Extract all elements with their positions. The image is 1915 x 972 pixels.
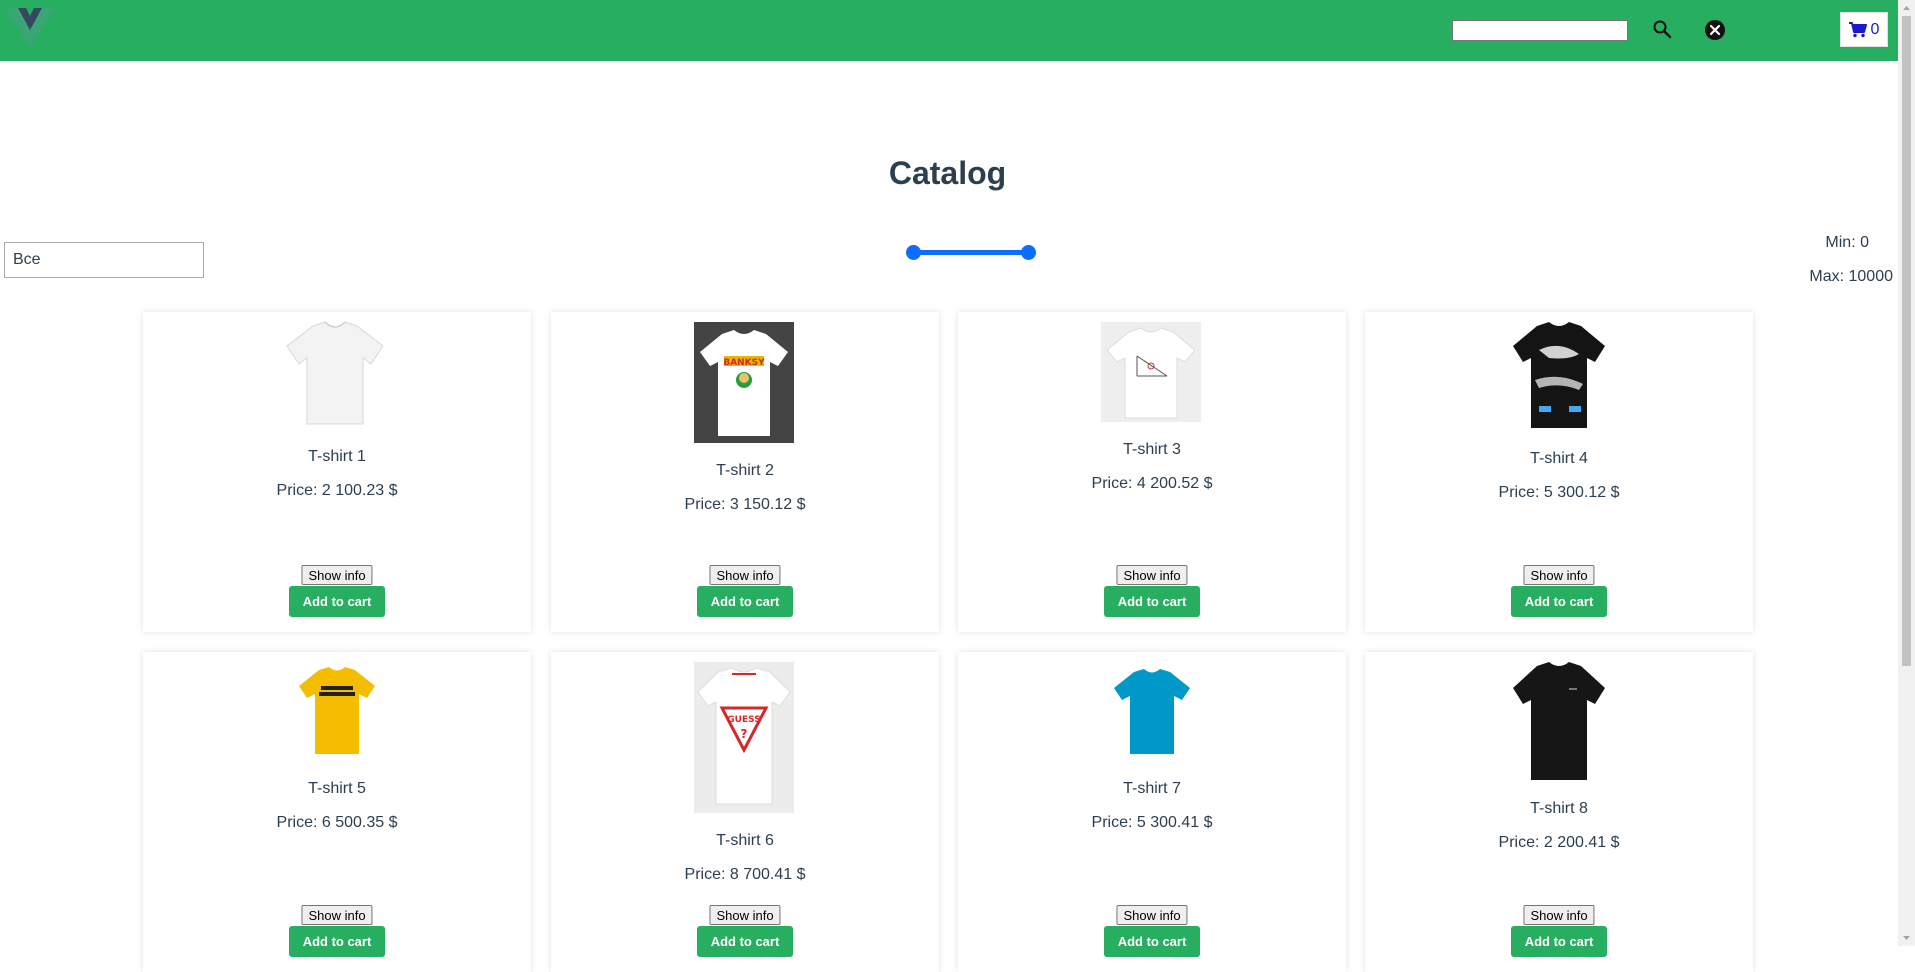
tshirt-image[interactable]: BANKSY	[694, 322, 794, 443]
category-select[interactable]: Все	[4, 242, 204, 278]
price-range-min-handle[interactable]	[906, 245, 921, 260]
product-name: T-shirt 5	[308, 780, 366, 797]
svg-text:?: ?	[741, 727, 748, 741]
tshirt-image[interactable]	[297, 666, 377, 756]
show-info-button[interactable]: Show info	[301, 565, 373, 585]
show-info-button[interactable]: Show info	[1116, 565, 1188, 585]
close-circle-icon	[1705, 20, 1725, 40]
product-price: Price: 5 300.41 $	[1091, 814, 1213, 831]
cart-count: 0	[1870, 20, 1880, 38]
price-range-track	[914, 250, 1028, 255]
add-to-cart-button[interactable]: Add to cart	[289, 586, 385, 617]
product-card: T-shirt 1 Price: 2 100.23 $ Show info Ad…	[143, 312, 531, 632]
category-selected-value: Все	[13, 251, 41, 268]
svg-text:GUESS: GUESS	[727, 715, 760, 725]
product-name: T-shirt 4	[1530, 450, 1588, 467]
add-to-cart-button[interactable]: Add to cart	[1104, 926, 1200, 957]
product-card: T-shirt 7 Price: 5 300.41 $ Show info Ad…	[958, 652, 1346, 972]
show-info-button[interactable]: Show info	[301, 905, 373, 925]
product-card: BANKSY T-shirt 2 Price: 3 150.12 $ Show …	[551, 312, 939, 632]
scrollbar-thumb[interactable]	[1902, 16, 1911, 666]
product-name: T-shirt 1	[308, 448, 366, 465]
tshirt-image[interactable]	[1101, 322, 1201, 422]
price-range-slider[interactable]	[906, 244, 1036, 260]
clear-search-button[interactable]	[1703, 18, 1727, 42]
product-price: Price: 2 100.23 $	[276, 482, 398, 499]
product-name: T-shirt 7	[1123, 780, 1181, 797]
show-info-button[interactable]: Show info	[1523, 905, 1595, 925]
product-price: Price: 6 500.35 $	[276, 814, 398, 831]
product-name: T-shirt 2	[716, 462, 774, 479]
price-max-label: Max: 10000	[1809, 268, 1893, 285]
add-to-cart-button[interactable]: Add to cart	[697, 926, 793, 957]
svg-text:BANKSY: BANKSY	[723, 358, 765, 368]
add-to-cart-button[interactable]: Add to cart	[1511, 586, 1607, 617]
product-price: Price: 5 300.12 $	[1498, 484, 1620, 501]
add-to-cart-button[interactable]: Add to cart	[289, 926, 385, 957]
cart-button[interactable]: 0	[1840, 12, 1888, 47]
add-to-cart-button[interactable]: Add to cart	[1104, 586, 1200, 617]
search-input[interactable]	[1452, 20, 1628, 41]
scroll-down-arrow-icon[interactable]	[1898, 930, 1915, 946]
product-name: T-shirt 6	[716, 832, 774, 849]
product-card: T-shirt 3 Price: 4 200.52 $ Show info Ad…	[958, 312, 1346, 632]
show-info-button[interactable]: Show info	[709, 565, 781, 585]
price-min-label: Min: 0	[1825, 234, 1869, 251]
scroll-up-arrow-icon[interactable]	[1898, 0, 1915, 16]
top-navbar: 0	[0, 0, 1898, 61]
price-range-max-handle[interactable]	[1021, 245, 1036, 260]
product-price: Price: 4 200.52 $	[1091, 475, 1213, 492]
add-to-cart-button[interactable]: Add to cart	[697, 586, 793, 617]
product-price: Price: 3 150.12 $	[684, 496, 806, 513]
show-info-button[interactable]: Show info	[1116, 905, 1188, 925]
product-card: GUESS ? T-shirt 6 Price: 8 700.41 $ Show…	[551, 652, 939, 972]
search-icon	[1653, 20, 1672, 39]
tshirt-image[interactable]	[283, 320, 387, 428]
tshirt-image[interactable]	[1509, 320, 1609, 432]
show-info-button[interactable]: Show info	[709, 905, 781, 925]
tshirt-image[interactable]: GUESS ?	[694, 662, 794, 813]
vue-logo-icon[interactable]	[2, 4, 58, 52]
product-name: T-shirt 8	[1530, 800, 1588, 817]
add-to-cart-button[interactable]: Add to cart	[1511, 926, 1607, 957]
show-info-button[interactable]: Show info	[1523, 565, 1595, 585]
search-button[interactable]	[1649, 16, 1675, 42]
tshirt-image[interactable]	[1509, 660, 1609, 784]
product-price: Price: 2 200.41 $	[1498, 834, 1620, 851]
product-name: T-shirt 3	[1123, 441, 1181, 458]
product-card: T-shirt 5 Price: 6 500.35 $ Show info Ad…	[143, 652, 531, 972]
product-card: T-shirt 8 Price: 2 200.41 $ Show info Ad…	[1365, 652, 1753, 972]
product-price: Price: 8 700.41 $	[684, 866, 806, 883]
tshirt-image[interactable]	[1112, 668, 1192, 756]
page-scrollbar[interactable]	[1898, 0, 1915, 946]
cart-icon	[1848, 21, 1867, 37]
product-card: T-shirt 4 Price: 5 300.12 $ Show info Ad…	[1365, 312, 1753, 632]
page-title: Catalog	[888, 155, 1007, 191]
